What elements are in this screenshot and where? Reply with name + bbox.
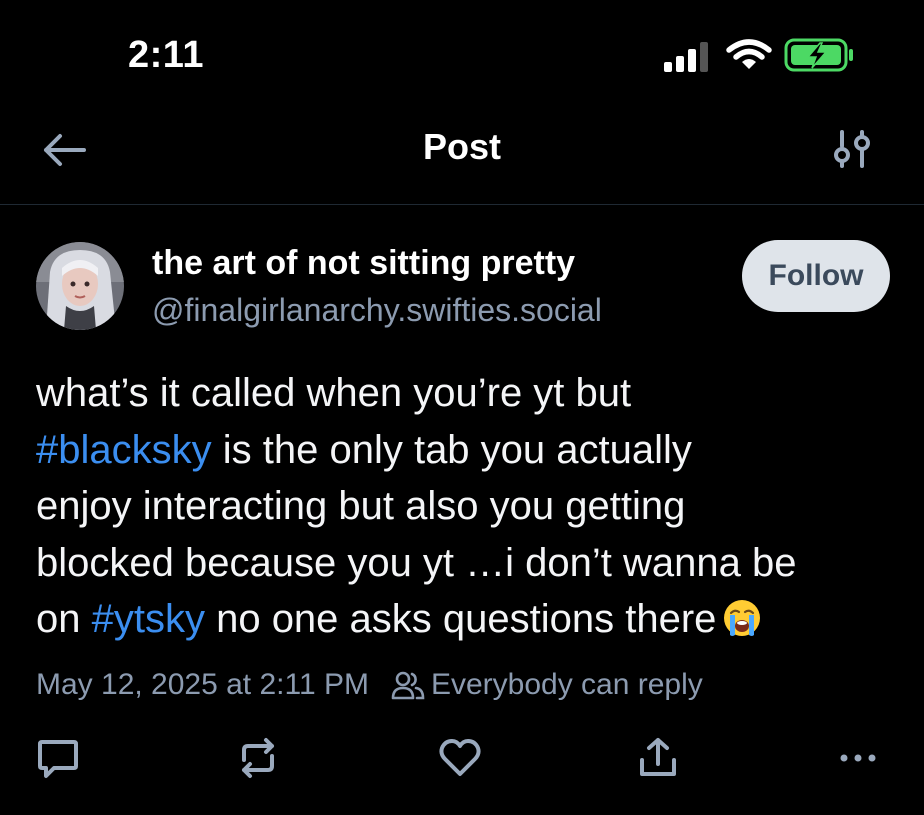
more-icon xyxy=(840,754,876,762)
reply-setting[interactable]: Everybody can reply xyxy=(431,668,703,702)
follow-button[interactable]: Follow xyxy=(742,240,890,312)
post-text-line: what’s it called when you’re yt but xyxy=(36,365,896,422)
status-bar: 2:11 xyxy=(0,0,924,110)
post-text-segment: is the only tab you actually xyxy=(211,427,692,472)
hashtag-link[interactable]: #ytsky xyxy=(92,597,205,641)
avatar-image xyxy=(36,242,124,330)
post-text-segment: on xyxy=(36,597,92,641)
author-handle[interactable]: @finalgirlanarchy.swifties.social xyxy=(152,292,602,329)
status-time: 2:11 xyxy=(128,34,204,76)
post-text-line: blocked because you yt …i don’t wanna be xyxy=(36,535,896,592)
post-text-segment: enjoy interacting but also you getting xyxy=(36,484,686,528)
post-timestamp: May 12, 2025 at 2:11 PM xyxy=(36,668,369,701)
comment-icon xyxy=(38,740,78,778)
post-text-segment: blocked because you yt …i don’t wanna be xyxy=(36,540,797,585)
post-text-line: enjoy interacting but also you getting xyxy=(36,478,896,535)
page-title: Post xyxy=(422,126,501,167)
reply-button[interactable] xyxy=(28,730,88,786)
header-divider xyxy=(0,204,924,205)
hashtag-link[interactable]: #blacksky xyxy=(36,428,212,472)
repost-button[interactable] xyxy=(228,730,288,786)
heart-icon xyxy=(439,739,481,776)
wifi-icon xyxy=(726,39,772,69)
sliders-icon xyxy=(834,130,870,168)
post-text-line: on #ytsky no one asks questions there xyxy=(36,591,896,648)
thread-settings-button[interactable] xyxy=(832,128,872,170)
post-text-segment: what’s it called when you’re yt but xyxy=(36,371,632,415)
author-display-name[interactable]: the art of not sitting pretty xyxy=(152,244,575,283)
loudly-crying-face-emoji xyxy=(724,600,761,636)
share-button[interactable] xyxy=(628,730,688,786)
post-text-segment: no one asks questions there xyxy=(204,597,717,641)
like-button[interactable] xyxy=(430,730,490,786)
people-icon xyxy=(391,671,425,700)
cellular-signal-icon xyxy=(664,42,708,72)
post-text-line: #blacksky is the only tab you actually xyxy=(36,422,896,479)
avatar[interactable] xyxy=(36,242,124,330)
share-icon xyxy=(640,738,676,776)
post-meta: May 12, 2025 at 2:11 PM Everybody can re… xyxy=(36,668,703,702)
post-text: what’s it called when you’re yt but #blac… xyxy=(36,365,896,648)
repost-icon xyxy=(242,738,274,778)
battery-charging-icon xyxy=(784,38,853,72)
more-options-button[interactable] xyxy=(828,730,888,786)
post-actions xyxy=(0,730,924,790)
